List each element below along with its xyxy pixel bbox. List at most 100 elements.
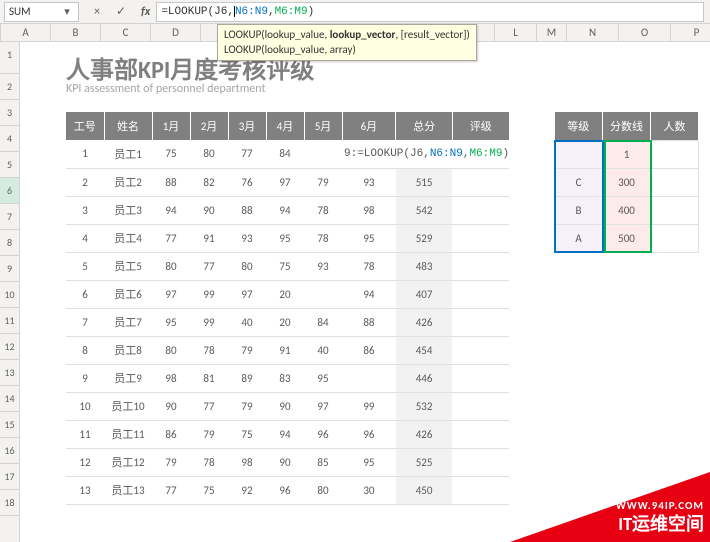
row-header-16[interactable]: 16: [0, 438, 19, 464]
cell-month[interactable]: 79: [228, 336, 266, 364]
cell-month[interactable]: 99: [190, 280, 228, 308]
cell-total[interactable]: 450: [396, 476, 453, 504]
cell-month[interactable]: 99: [190, 308, 228, 336]
cell-month[interactable]: 77: [152, 224, 190, 252]
cell-month[interactable]: 91: [266, 336, 304, 364]
cell-total[interactable]: 407: [396, 280, 453, 308]
cell-count[interactable]: [651, 224, 699, 252]
cell-total[interactable]: 454: [396, 336, 453, 364]
cell-count[interactable]: [651, 196, 699, 224]
col-header-D[interactable]: D: [151, 24, 201, 41]
cell-month[interactable]: 80: [152, 336, 190, 364]
accept-icon[interactable]: ✓: [113, 4, 129, 20]
cell-name[interactable]: 员工7: [104, 308, 152, 336]
cell-total[interactable]: 515: [396, 168, 453, 196]
row-header-10[interactable]: 10: [0, 282, 19, 308]
cell-month[interactable]: 83: [266, 364, 304, 392]
cell-month[interactable]: 77: [190, 252, 228, 280]
cell-name[interactable]: 员工13: [104, 476, 152, 504]
name-box[interactable]: SUM ▾: [4, 2, 79, 22]
active-edit-cell[interactable]: 9:=LOOKUP(J6,N6:N9,M6:M9): [342, 140, 509, 168]
row-header-5[interactable]: 5: [0, 152, 19, 178]
cell-total[interactable]: 483: [396, 252, 453, 280]
cell-month[interactable]: 85: [304, 448, 342, 476]
cell-grade[interactable]: A: [555, 224, 603, 252]
cell-month[interactable]: 77: [152, 476, 190, 504]
cell-month[interactable]: 95: [342, 448, 396, 476]
cell-month[interactable]: 88: [152, 168, 190, 196]
col-header-B[interactable]: B: [51, 24, 101, 41]
cell-month[interactable]: 97: [266, 168, 304, 196]
row-header-11[interactable]: 11: [0, 308, 19, 334]
cell-month[interactable]: 88: [228, 196, 266, 224]
fx-icon[interactable]: fx: [141, 5, 150, 19]
cell-month[interactable]: 79: [190, 420, 228, 448]
cell-month[interactable]: 77: [228, 140, 266, 168]
cell-grade[interactable]: [555, 140, 603, 168]
cell-month[interactable]: 40: [228, 308, 266, 336]
cell-id[interactable]: 13: [66, 476, 104, 504]
row-header-13[interactable]: 13: [0, 360, 19, 386]
cell-level[interactable]: [452, 336, 509, 364]
cell-month[interactable]: 79: [304, 168, 342, 196]
cell-id[interactable]: 10: [66, 392, 104, 420]
cell-level[interactable]: [452, 392, 509, 420]
row-header-7[interactable]: 7: [0, 204, 19, 230]
name-box-dropdown-icon[interactable]: ▾: [60, 5, 74, 18]
cell-name[interactable]: 员工1: [104, 140, 152, 168]
cell-month[interactable]: 90: [190, 196, 228, 224]
cell-month[interactable]: 80: [228, 252, 266, 280]
cell-month[interactable]: [304, 140, 342, 168]
cell-total[interactable]: 529: [396, 224, 453, 252]
cell-month[interactable]: 98: [342, 196, 396, 224]
cell-month[interactable]: 97: [228, 280, 266, 308]
cell-month[interactable]: 93: [342, 168, 396, 196]
cell-score[interactable]: 400: [603, 196, 651, 224]
cell-month[interactable]: 86: [152, 420, 190, 448]
cell-month[interactable]: 78: [190, 448, 228, 476]
cell-month[interactable]: 81: [190, 364, 228, 392]
cell-month[interactable]: 75: [266, 252, 304, 280]
col-header-L[interactable]: L: [495, 24, 537, 41]
cell-month[interactable]: 79: [152, 448, 190, 476]
cell-level[interactable]: [452, 252, 509, 280]
cell-level[interactable]: [452, 476, 509, 504]
cell-level[interactable]: [452, 224, 509, 252]
cell-month[interactable]: 78: [342, 252, 396, 280]
cell-month[interactable]: 40: [304, 336, 342, 364]
col-header-M[interactable]: M: [537, 24, 567, 41]
cell-month[interactable]: 91: [190, 224, 228, 252]
cell-month[interactable]: 77: [190, 392, 228, 420]
cell-month[interactable]: 88: [342, 308, 396, 336]
row-header-3[interactable]: 3: [0, 100, 19, 126]
cell-month[interactable]: 78: [190, 336, 228, 364]
cell-name[interactable]: 员工11: [104, 420, 152, 448]
cell-month[interactable]: 94: [266, 196, 304, 224]
cell-count[interactable]: [651, 168, 699, 196]
col-header-C[interactable]: C: [101, 24, 151, 41]
cell-level[interactable]: [452, 420, 509, 448]
cell-level[interactable]: [452, 196, 509, 224]
cell-level[interactable]: [452, 448, 509, 476]
cell-month[interactable]: 97: [304, 392, 342, 420]
cell-month[interactable]: 98: [228, 448, 266, 476]
cell-id[interactable]: 8: [66, 336, 104, 364]
cell-grade[interactable]: B: [555, 196, 603, 224]
cell-month[interactable]: 20: [266, 280, 304, 308]
cell-month[interactable]: 93: [228, 224, 266, 252]
cell-total[interactable]: 532: [396, 392, 453, 420]
cell-month[interactable]: 76: [228, 168, 266, 196]
cell-month[interactable]: 95: [304, 364, 342, 392]
cell-month[interactable]: 79: [228, 392, 266, 420]
cell-level[interactable]: [452, 168, 509, 196]
cell-id[interactable]: 2: [66, 168, 104, 196]
cell-id[interactable]: 4: [66, 224, 104, 252]
row-header-6[interactable]: 6: [0, 178, 19, 204]
cell-month[interactable]: 94: [152, 196, 190, 224]
cell-name[interactable]: 员工3: [104, 196, 152, 224]
cell-month[interactable]: 93: [304, 252, 342, 280]
formula-input[interactable]: =LOOKUP(J6,N6:N9,M6:M9): [156, 2, 704, 22]
cell-month[interactable]: 90: [266, 392, 304, 420]
cell-month[interactable]: 75: [190, 476, 228, 504]
cell-name[interactable]: 员工6: [104, 280, 152, 308]
